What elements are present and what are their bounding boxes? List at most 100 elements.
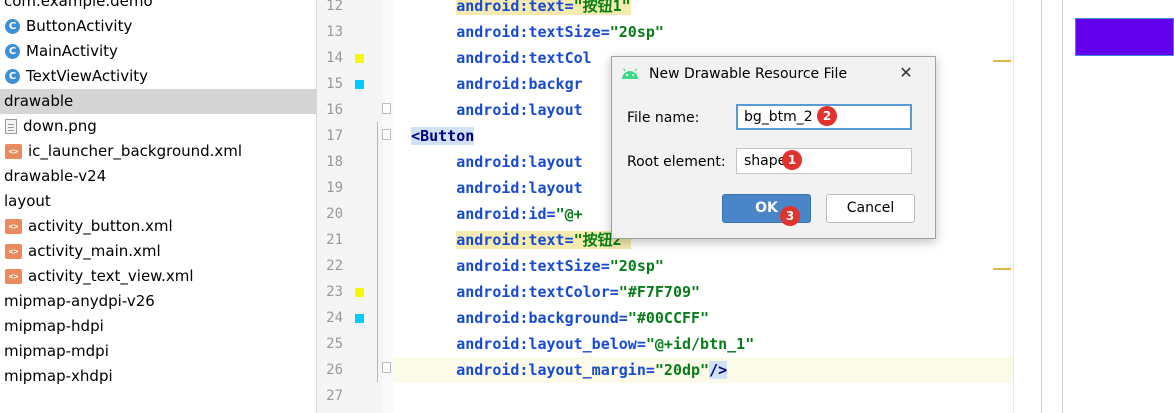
tree-item[interactable]: <> activity_text_view.xml	[0, 264, 321, 289]
equals-sign: =	[609, 283, 619, 301]
line-number: 16	[326, 102, 343, 118]
color-swatch-icon[interactable]	[355, 80, 364, 89]
line-number: 26	[326, 362, 343, 378]
xml-file-icon: <>	[5, 244, 22, 259]
scope-indicator	[377, 122, 378, 382]
xml-attribute: android:textColor	[456, 283, 610, 301]
fold-marker[interactable]	[382, 129, 391, 140]
fold-strip	[383, 0, 393, 413]
tree-item-label: ic_launcher_background.xml	[28, 142, 243, 160]
fold-marker[interactable]	[382, 362, 391, 373]
xml-attribute: android:layout	[456, 153, 583, 171]
equals-sign: =	[564, 231, 574, 249]
xml-attribute: android:layout_margin	[456, 361, 646, 379]
xml-tag: <Button	[411, 127, 475, 145]
tree-item-label: TextViewActivity	[26, 67, 149, 85]
preview-button[interactable]	[1075, 18, 1174, 56]
tree-item-label: layout	[4, 192, 51, 210]
tree-item[interactable]: <> activity_main.xml	[0, 239, 321, 264]
equals-sign: =	[645, 361, 655, 379]
xml-attribute: android:textCol	[456, 49, 592, 67]
code-line[interactable]: android:textSize="20sp"	[393, 19, 1013, 45]
tree-item-label: drawable-v24	[4, 167, 107, 185]
android-icon	[622, 68, 638, 79]
step-badge-3: 3	[780, 206, 800, 226]
tree-item-label: ButtonActivity	[26, 17, 133, 35]
tree-item[interactable]: mipmap-anydpi-v26	[0, 289, 320, 314]
close-icon[interactable]: ✕	[896, 63, 916, 83]
xml-value: "#F7F709"	[618, 283, 701, 301]
line-number: 21	[326, 232, 343, 248]
tree-item[interactable]: down.png	[0, 114, 321, 139]
tree-item[interactable]: <> activity_button.xml	[0, 214, 321, 239]
xml-attribute: android:layout_below	[456, 335, 637, 353]
xml-attribute: android:text	[456, 0, 565, 15]
dialog-title: New Drawable Resource File	[649, 66, 848, 82]
tree-item-label: mipmap-hdpi	[4, 317, 104, 335]
equals-sign: =	[618, 309, 628, 327]
line-number: 13	[326, 24, 343, 40]
warning-stripe-mark[interactable]	[993, 268, 1011, 270]
tree-item[interactable]: com.example.demo	[0, 0, 320, 14]
tree-item-label: activity_main.xml	[28, 242, 161, 260]
tree-item[interactable]: <> ic_launcher_background.xml	[0, 139, 321, 164]
tree-item-label: mipmap-anydpi-v26	[4, 292, 155, 310]
line-number: 15	[326, 76, 343, 92]
tree-item-label: activity_text_view.xml	[28, 267, 194, 285]
project-tree: com.example.demo C ButtonActivity C MainActi…	[0, 0, 320, 413]
xml-value: "按钮1"	[573, 0, 631, 15]
xml-attribute: android:layout	[456, 101, 583, 119]
line-number: 19	[326, 180, 343, 196]
line-number: 23	[326, 284, 343, 300]
file-name-label: File name:	[627, 110, 700, 126]
xml-value: "@+	[555, 205, 583, 223]
xml-attribute: android:layout	[456, 179, 583, 197]
code-line[interactable]: android:background="#00CCFF"	[393, 305, 1013, 331]
dialog-title-bar: New Drawable Resource File ✕	[612, 57, 935, 91]
tree-item[interactable]: mipmap-xhdpi	[0, 364, 320, 389]
tree-item-label: MainActivity	[26, 42, 118, 60]
code-line[interactable]: android:layout_below="@+id/btn_1"	[393, 331, 1013, 357]
tree-item[interactable]: layout	[0, 189, 320, 214]
code-line[interactable]: android:layout_margin="20dp"/>	[393, 357, 1013, 383]
cancel-button[interactable]: Cancel	[826, 194, 915, 223]
tree-item[interactable]: C MainActivity	[0, 39, 321, 64]
editor-scroll-strip[interactable]	[1013, 0, 1042, 413]
code-line[interactable]: android:textSize="20sp"	[393, 253, 1013, 279]
color-swatch-icon[interactable]	[355, 314, 364, 323]
line-number: 12	[326, 0, 343, 14]
tree-item[interactable]: C TextViewActivity	[0, 64, 321, 89]
tree-item[interactable]: mipmap-mdpi	[0, 339, 320, 364]
line-number: 18	[326, 154, 343, 170]
xml-attribute: android:textSize	[456, 23, 601, 41]
xml-value: "20sp"	[609, 23, 664, 41]
code-line[interactable]: android:textColor="#F7F709"	[393, 279, 1013, 305]
xml-file-icon: <>	[5, 269, 22, 284]
xml-file-icon: <>	[5, 144, 22, 159]
tag-close: />	[709, 361, 728, 379]
color-swatch-icon[interactable]	[355, 288, 364, 297]
line-number: 22	[326, 258, 343, 274]
tree-item-label: activity_button.xml	[28, 217, 173, 235]
color-swatch-icon[interactable]	[355, 54, 364, 63]
warning-stripe-mark[interactable]	[993, 60, 1011, 62]
tree-item[interactable]: C ButtonActivity	[0, 14, 321, 39]
code-line[interactable]	[393, 383, 1013, 409]
line-number: 25	[326, 336, 343, 352]
xml-attribute: android:id	[456, 205, 547, 223]
code-line[interactable]: android:text="按钮1"	[393, 0, 1013, 19]
tree-item[interactable]: mipmap-hdpi	[0, 314, 320, 339]
xml-file-icon: <>	[5, 219, 22, 234]
line-number: 20	[326, 206, 343, 222]
step-badge-1: 1	[782, 150, 802, 170]
fold-marker[interactable]	[382, 103, 391, 114]
tree-item[interactable]: drawable	[0, 89, 320, 114]
line-number: 27	[326, 388, 343, 404]
tree-item-label: down.png	[23, 117, 97, 135]
tree-item-label: drawable	[4, 92, 74, 110]
root-element-input[interactable]: shape	[736, 148, 912, 174]
line-number: 17	[326, 128, 343, 144]
xml-attribute: android:backgr	[456, 75, 583, 93]
tree-item[interactable]: drawable-v24	[0, 164, 320, 189]
tree-item-label: mipmap-xhdpi	[4, 367, 113, 385]
